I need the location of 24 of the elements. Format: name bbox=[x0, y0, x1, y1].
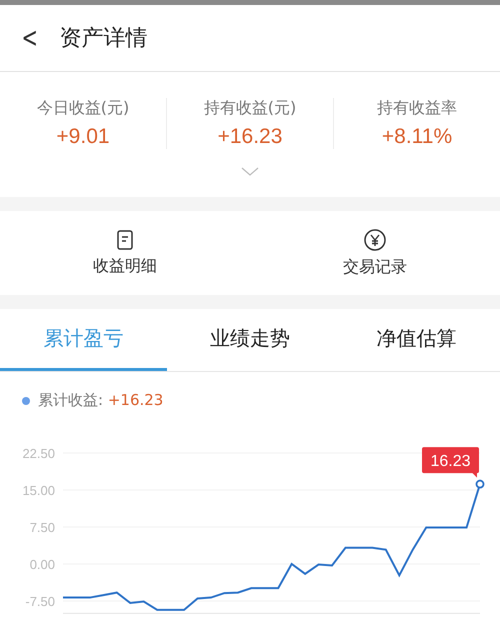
data-point-marker bbox=[476, 480, 484, 488]
action-button[interactable]: 收益明细 bbox=[0, 211, 250, 296]
document-icon bbox=[117, 230, 133, 250]
y-axis-label: -7.50 bbox=[25, 594, 55, 609]
yen-icon bbox=[364, 228, 386, 251]
back-button[interactable]: < bbox=[22, 21, 38, 54]
y-axis-label: 15.00 bbox=[22, 482, 55, 498]
legend-label: 累计收益: +16.23 bbox=[38, 391, 164, 410]
tab[interactable]: 净值估算 bbox=[333, 309, 500, 371]
y-axis-label: 7.50 bbox=[30, 520, 55, 535]
y-axis-label: 0.00 bbox=[30, 556, 55, 572]
stat-value: +16.23 bbox=[218, 124, 282, 149]
chevron-down-icon[interactable] bbox=[241, 166, 259, 176]
value-tooltip: 16.23 bbox=[422, 447, 479, 478]
page-title: 资产详情 bbox=[59, 24, 148, 53]
annotation: 16.23 bbox=[430, 453, 471, 470]
y-axis-label: 22.50 bbox=[22, 446, 55, 461]
stat-value: +8.11% bbox=[382, 124, 452, 149]
stat-label: 今日收益(元) bbox=[36, 98, 130, 119]
stat-label: 持有收益率 bbox=[377, 98, 457, 119]
tab[interactable]: 业绩走势 bbox=[166, 309, 334, 371]
action-button[interactable]: 交易记录 bbox=[250, 211, 500, 296]
stat-label: 持有收益(元) bbox=[204, 98, 296, 119]
stat-value: +9.01 bbox=[56, 124, 110, 149]
